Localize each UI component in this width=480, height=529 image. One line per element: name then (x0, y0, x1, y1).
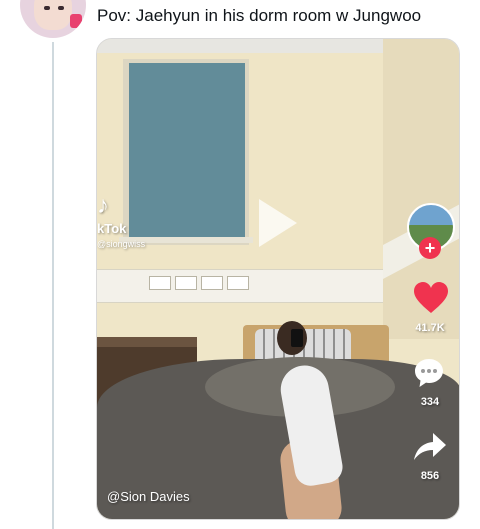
avatar-accent (70, 14, 82, 28)
thread-line (52, 42, 54, 529)
avatar-eye (44, 6, 50, 10)
play-icon[interactable] (259, 199, 297, 247)
heart-icon[interactable] (413, 281, 449, 315)
scene-window-blind (129, 63, 245, 238)
scene-desk-top (97, 337, 197, 347)
tweet-text: Pov: Jaehyun in his dorm room w Jungwoo (97, 6, 422, 25)
scene-phone (291, 329, 303, 347)
tiktok-logo-icon: ♪ (97, 192, 109, 219)
user-avatar[interactable] (20, 0, 86, 38)
avatar-eye (58, 6, 64, 10)
video-author[interactable]: @Sion Davies (107, 489, 190, 505)
comments-count: 334 (420, 396, 440, 408)
shares-count: 856 (420, 470, 440, 482)
scene-socket (201, 276, 223, 290)
scene-socket (227, 276, 249, 290)
scene-socket (175, 276, 197, 290)
comment-icon[interactable] (413, 357, 445, 389)
tiktok-handle: @siongwiss (97, 239, 146, 249)
share-icon[interactable] (413, 431, 447, 463)
follow-button[interactable]: + (419, 237, 441, 259)
tiktok-wordmark: kTok (97, 221, 127, 236)
likes-count: 41.7K (415, 322, 445, 334)
scene-socket (149, 276, 171, 290)
avatar-face (34, 0, 72, 30)
video-media[interactable]: ♪ kTok @siongwiss + 41.7K 334 856 @Sion … (96, 38, 460, 520)
